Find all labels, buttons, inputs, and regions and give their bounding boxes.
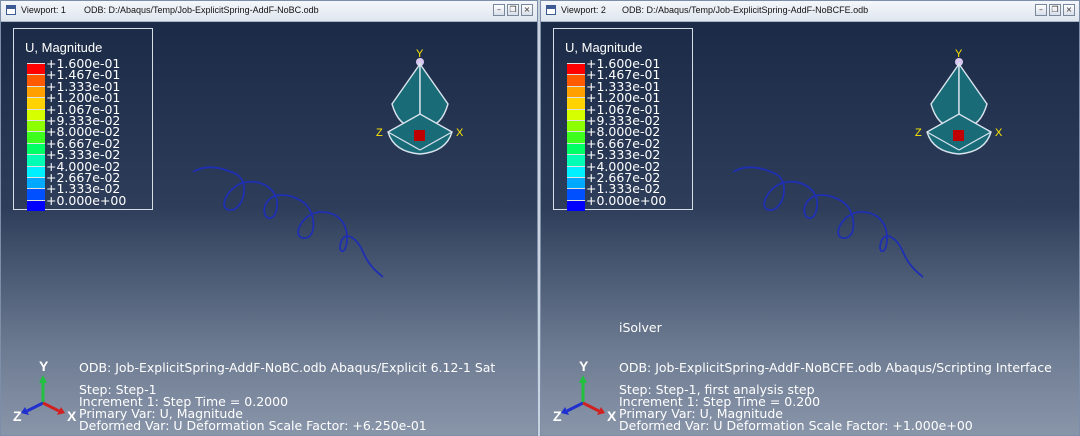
triad-label-x: X (456, 127, 464, 139)
axis-label-z: Z (553, 408, 562, 424)
legend-swatch (567, 97, 585, 109)
viewport-canvas[interactable]: U, Magnitude +1.600e-01 +1.467e-01 +1.333e… (1, 22, 537, 435)
triad-label-z: Z (376, 127, 383, 139)
legend-swatch (567, 63, 585, 75)
viewport-window-icon (546, 5, 556, 15)
legend-swatch (567, 142, 585, 155)
triad-origin-marker (953, 130, 964, 141)
info-line: Deformed Var: U Deformation Scale Factor… (619, 418, 973, 433)
legend-title: U, Magnitude (25, 40, 103, 55)
legend-swatch (27, 199, 45, 212)
legend-swatch (567, 177, 585, 189)
legend-swatch (27, 85, 45, 98)
legend-swatch (27, 120, 45, 132)
axis-label-y: Y (39, 358, 49, 374)
legend-swatch (27, 154, 45, 166)
legend-title: U, Magnitude (565, 40, 643, 55)
spring-wire (192, 166, 384, 278)
legend-swatch (27, 142, 45, 155)
legend-swatch (27, 97, 45, 109)
legend-swatch (27, 63, 45, 75)
legend-swatch (567, 154, 585, 166)
axis-label-z: Z (13, 408, 22, 424)
info-line: Deformed Var: U Deformation Scale Factor… (79, 418, 427, 433)
minimize-button[interactable]: – (493, 4, 505, 16)
spring-wire (732, 166, 924, 278)
close-button[interactable]: × (521, 4, 533, 16)
legend-swatch (567, 188, 585, 200)
legend-swatch (567, 131, 585, 143)
legend-swatch (567, 165, 585, 177)
legend-swatch (27, 108, 45, 120)
legend-swatch (567, 199, 585, 212)
viewport-1[interactable]: Viewport: 1 ODB: D:/Abaqus/Temp/Job-Expl… (0, 0, 538, 436)
spring-model (192, 166, 384, 278)
axis-label-x: X (67, 408, 77, 424)
legend-swatch (567, 108, 585, 120)
axis-label-x: X (607, 408, 617, 424)
legend-swatch (27, 188, 45, 200)
viewport-name: Viewport: 2 (561, 5, 606, 15)
viewport-window-icon (6, 5, 16, 15)
triad-label-x: X (995, 127, 1003, 139)
viewport-odb-path: ODB: D:/Abaqus/Temp/Job-ExplicitSpring-A… (84, 5, 319, 15)
contour-legend: U, Magnitude +1.600e-01 +1.467e-01 +1.333e… (553, 28, 693, 212)
info-line: iSolver (619, 320, 662, 335)
info-line: ODB: Job-ExplicitSpring-AddF-NoBC.odb Ab… (79, 360, 496, 375)
axis-label-y: Y (579, 358, 589, 374)
restore-button[interactable]: ❐ (1049, 4, 1061, 16)
triad-label-y: Y (955, 48, 963, 60)
global-axes-icon: Y Z X (13, 358, 77, 424)
legend-swatch (27, 177, 45, 189)
viewport-titlebar[interactable]: Viewport: 1 ODB: D:/Abaqus/Temp/Job-Expl… (1, 1, 537, 22)
spring-model (732, 166, 924, 278)
viewport-name: Viewport: 1 (21, 5, 66, 15)
legend-swatch (27, 74, 45, 86)
viewport-canvas[interactable]: U, Magnitude +1.600e-01 +1.467e-01 +1.333e… (541, 22, 1079, 435)
viewport-odb-path: ODB: D:/Abaqus/Temp/Job-ExplicitSpring-A… (622, 5, 869, 15)
info-line: ODB: Job-ExplicitSpring-AddF-NoBCFE.odb … (619, 360, 1052, 375)
minimize-button[interactable]: – (1035, 4, 1047, 16)
legend-swatch (567, 74, 585, 86)
legend-swatch (567, 120, 585, 132)
close-button[interactable]: × (1063, 4, 1075, 16)
viewport-2[interactable]: Viewport: 2 ODB: D:/Abaqus/Temp/Job-Expl… (540, 0, 1080, 436)
contour-legend: U, Magnitude +1.600e-01 +1.467e-01 +1.333e… (13, 28, 153, 212)
triad-label-y: Y (416, 48, 424, 60)
global-axes-icon: Y Z X (553, 358, 617, 424)
triad-label-z: Z (915, 127, 922, 139)
viewport-titlebar[interactable]: Viewport: 2 ODB: D:/Abaqus/Temp/Job-Expl… (541, 1, 1079, 22)
legend-label: +0.000e+00 (586, 192, 667, 208)
legend-swatch (567, 85, 585, 98)
legend-swatch (27, 165, 45, 177)
triad-origin-marker (414, 130, 425, 141)
legend-swatch (27, 131, 45, 143)
legend-label: +0.000e+00 (46, 192, 127, 208)
restore-button[interactable]: ❐ (507, 4, 519, 16)
